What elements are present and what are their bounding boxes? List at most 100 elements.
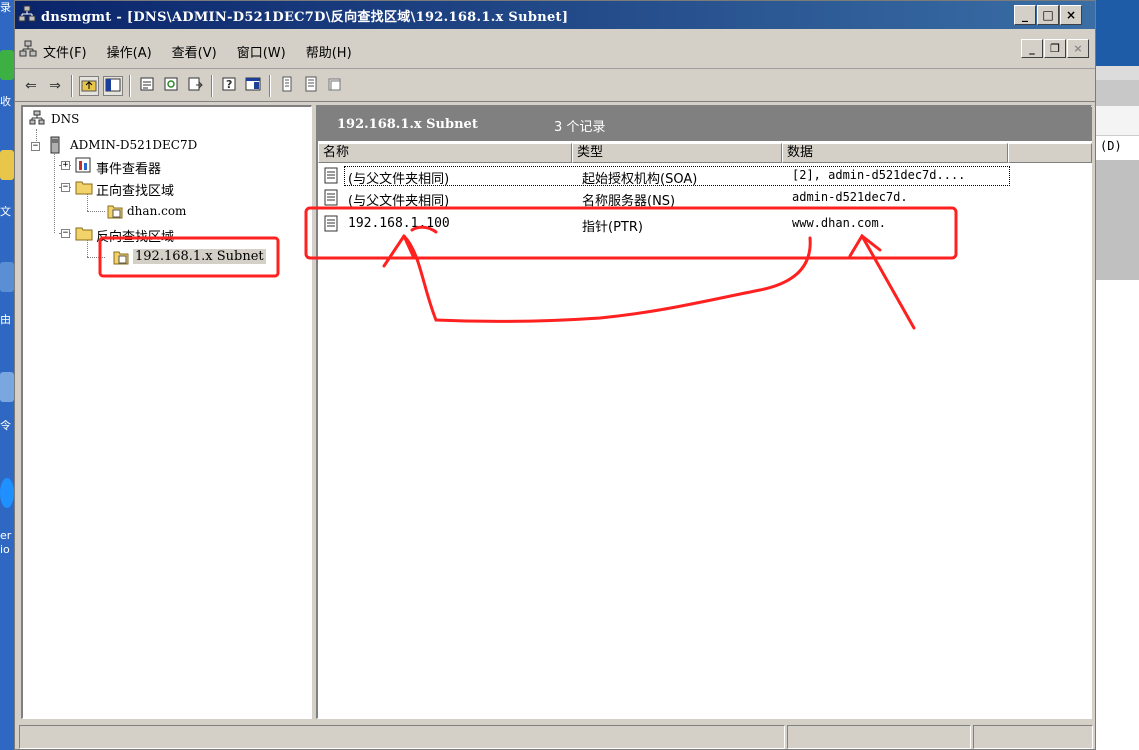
show-tree-icon[interactable] (103, 76, 123, 96)
tree-pane[interactable]: DNS − ADMIN-D521DEC7D + 事件查看器 − 正向查找区域 d… (21, 105, 312, 719)
menu-view[interactable]: 查看(V) (172, 42, 217, 61)
menu-help[interactable]: 帮助(H) (306, 42, 352, 61)
tree-collapse-toggle[interactable]: − (61, 183, 70, 192)
menu-action[interactable]: 操作(A) (107, 42, 152, 61)
tree-connector (87, 211, 105, 212)
new-record-icon[interactable] (277, 76, 297, 96)
column-header-extra[interactable] (1008, 143, 1092, 163)
server-icon (47, 136, 63, 154)
tree-connector (54, 149, 55, 233)
child-minimize-button[interactable]: _ (1021, 39, 1043, 58)
desktop-shortcut-icon[interactable] (0, 50, 14, 80)
menu-bar: 文件(F) 操作(A) 查看(V) 窗口(W) 帮助(H) _ ❐ × (15, 29, 1095, 69)
child-close-button[interactable]: × (1067, 39, 1089, 58)
desktop-label-fragment: er (0, 530, 12, 542)
desktop-label-fragment: 令 (0, 420, 11, 432)
table-row[interactable]: (与父文件夹相同) 名称服务器(NS) admin-d521dec7d. (318, 187, 1092, 209)
tree-node-reverse-zones[interactable]: 反向查找区域 (96, 226, 174, 245)
column-header-name[interactable]: 名称 (318, 143, 572, 163)
desktop-command-icon[interactable] (0, 372, 14, 402)
close-button[interactable]: × (1060, 5, 1082, 25)
table-row[interactable]: (与父文件夹相同) 起始授权机构(SOA) [2], admin-d521dec… (318, 165, 1092, 187)
record-name: 192.168.1.100 (348, 216, 450, 231)
record-data: admin-d521dec7d. (792, 190, 908, 204)
tree-node-server[interactable]: ADMIN-D521DEC7D (70, 138, 197, 152)
record-name: (与父文件夹相同) (348, 172, 450, 187)
export-list-icon[interactable] (185, 76, 205, 96)
tree-collapse-toggle[interactable]: − (61, 229, 70, 238)
status-segment (19, 725, 785, 749)
toolbar: ⇐ ⇒ ? (15, 70, 1095, 102)
maximize-button[interactable]: □ (1037, 5, 1059, 25)
zone-file-icon (107, 203, 123, 219)
up-folder-icon[interactable] (79, 76, 99, 96)
zone-file-icon (113, 249, 129, 265)
tree-connector (36, 129, 37, 141)
column-header-type[interactable]: 类型 (572, 143, 782, 163)
svg-text:?: ? (226, 78, 232, 91)
background-window-band (1096, 106, 1139, 136)
refresh-icon[interactable] (161, 76, 181, 96)
background-window-toolbar (1096, 80, 1139, 106)
forward-icon[interactable]: ⇒ (45, 76, 65, 96)
window-title: dnsmgmt - [DNS\ADMIN-D521DEC7D\反向查找区域\19… (41, 10, 569, 25)
properties-icon[interactable] (137, 76, 157, 96)
minimize-button[interactable]: _ (1014, 5, 1036, 25)
record-icon (324, 215, 338, 232)
background-window-panel (1096, 160, 1139, 280)
toolbar-separator (269, 75, 271, 97)
tree-connector (87, 257, 105, 258)
tree-node-reverse-zone-subnet[interactable]: 192.168.1.x Subnet (133, 249, 266, 264)
back-icon[interactable]: ⇐ (21, 76, 41, 96)
background-window-titlebar (1096, 0, 1139, 66)
menu-window[interactable]: 窗口(W) (237, 42, 286, 61)
column-headers: 名称 类型 数据 (318, 143, 1092, 163)
folder-icon (75, 225, 93, 241)
dns-menu-icon[interactable] (19, 40, 37, 58)
record-data: [2], admin-d521dec7d.... (792, 168, 966, 182)
record-type: 指针(PTR) (582, 220, 643, 235)
dns-app-icon (18, 5, 36, 23)
desktop-label-fragment: 录 (0, 2, 11, 14)
desktop-label-fragment: 收 (0, 96, 11, 108)
list-header: 192.168.1.x Subnet 3 个记录 (318, 107, 1092, 141)
dns-root-icon (29, 110, 45, 126)
event-viewer-icon (75, 157, 91, 173)
tree-expand-toggle[interactable]: + (61, 161, 70, 170)
list-header-title: 192.168.1.x Subnet (337, 117, 478, 132)
desktop-folder-icon[interactable] (0, 150, 14, 180)
tree-node-event-viewer[interactable]: 事件查看器 (96, 158, 161, 177)
tree-node-forward-zone-dhan[interactable]: dhan.com (127, 204, 186, 218)
column-header-data[interactable]: 数据 (782, 143, 1008, 163)
internet-explorer-icon[interactable] (0, 478, 14, 508)
tree-connector (87, 239, 88, 257)
toolbar-separator (211, 75, 213, 97)
background-window-text: (D) (1100, 139, 1122, 153)
title-bar[interactable]: dnsmgmt - [DNS\ADMIN-D521DEC7D\反向查找区域\19… (15, 1, 1095, 29)
desktop-strip: 录 收 文 由 令 er io (0, 0, 14, 750)
record-count: 3 个记录 (554, 120, 606, 135)
records-list-pane[interactable]: 192.168.1.x Subnet 3 个记录 名称 类型 数据 (与父文件夹… (316, 105, 1092, 719)
new-window-icon[interactable] (243, 76, 263, 96)
child-restore-button[interactable]: ❐ (1044, 39, 1066, 58)
desktop-label-fragment: 由 (0, 314, 11, 326)
table-row[interactable]: 192.168.1.100 指针(PTR) www.dhan.com. (318, 213, 1092, 235)
tree-collapse-toggle[interactable]: − (31, 142, 40, 151)
tree-node-dns[interactable]: DNS (51, 112, 79, 126)
background-window-menubar (1096, 66, 1139, 80)
record-name: (与父文件夹相同) (348, 194, 450, 209)
tree-node-forward-zones[interactable]: 正向查找区域 (96, 180, 174, 199)
status-segment (973, 725, 1093, 749)
record-icon (324, 189, 338, 206)
new-folder-icon[interactable] (325, 76, 345, 96)
status-segment (787, 725, 971, 749)
help-icon[interactable]: ? (219, 76, 239, 96)
folder-icon (75, 179, 93, 195)
dns-manager-window: dnsmgmt - [DNS\ADMIN-D521DEC7D\反向查找区域\19… (14, 0, 1096, 750)
desktop-label-fragment: io (0, 544, 10, 556)
desktop-computer-icon[interactable] (0, 262, 14, 292)
new-host-icon[interactable] (301, 76, 321, 96)
status-bar (15, 723, 1095, 749)
record-type: 起始授权机构(SOA) (582, 172, 698, 187)
menu-file[interactable]: 文件(F) (43, 42, 87, 61)
